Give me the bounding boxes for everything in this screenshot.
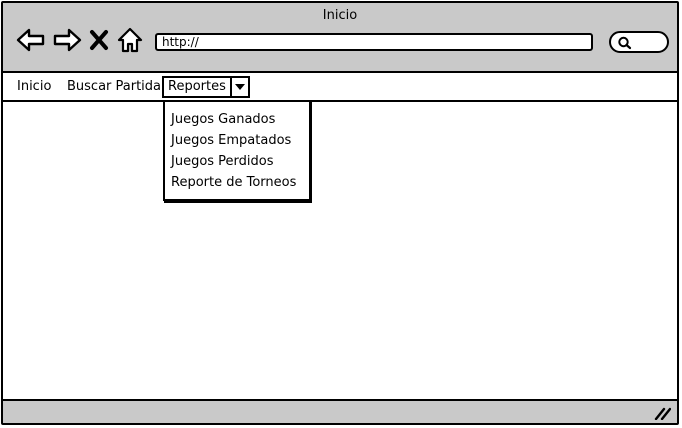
menu-item-reportes-label[interactable]: Reportes (162, 76, 232, 98)
stop-button[interactable] (88, 25, 110, 55)
chevron-down-icon (234, 84, 245, 90)
address-field[interactable]: http:// (155, 33, 593, 51)
back-arrow-icon (16, 28, 45, 52)
dropdown-item-juegos-ganados[interactable]: Juegos Ganados (165, 109, 309, 130)
forward-button[interactable] (52, 25, 82, 55)
menu-item-buscar-partida[interactable]: Buscar Partida (67, 79, 161, 94)
dropdown-item-juegos-perdidos[interactable]: Juegos Perdidos (165, 151, 309, 172)
menu-item-inicio[interactable]: Inicio (17, 79, 51, 94)
resize-grip-icon[interactable] (653, 406, 671, 420)
browser-window: Inicio http:// Inicio Buscar Partida Rep… (1, 1, 679, 425)
status-bar (3, 399, 677, 423)
home-icon (117, 27, 143, 53)
title-bar: Inicio http:// (3, 3, 677, 73)
search-icon (618, 36, 632, 50)
home-button[interactable] (116, 25, 144, 55)
dropdown-item-juegos-empatados[interactable]: Juegos Empatados (165, 130, 309, 151)
menu-item-reportes[interactable]: Reportes (162, 76, 250, 98)
dropdown-toggle[interactable] (231, 76, 250, 98)
back-button[interactable] (16, 25, 46, 55)
dropdown-item-reporte-de-torneos[interactable]: Reporte de Torneos (165, 172, 309, 193)
reportes-dropdown-menu: Juegos Ganados Juegos Empatados Juegos P… (163, 100, 311, 201)
menu-bar: Inicio Buscar Partida Reportes (3, 73, 677, 102)
close-x-icon (90, 30, 108, 50)
forward-arrow-icon (53, 28, 82, 52)
window-title: Inicio (322, 8, 358, 23)
search-field[interactable] (609, 31, 669, 53)
